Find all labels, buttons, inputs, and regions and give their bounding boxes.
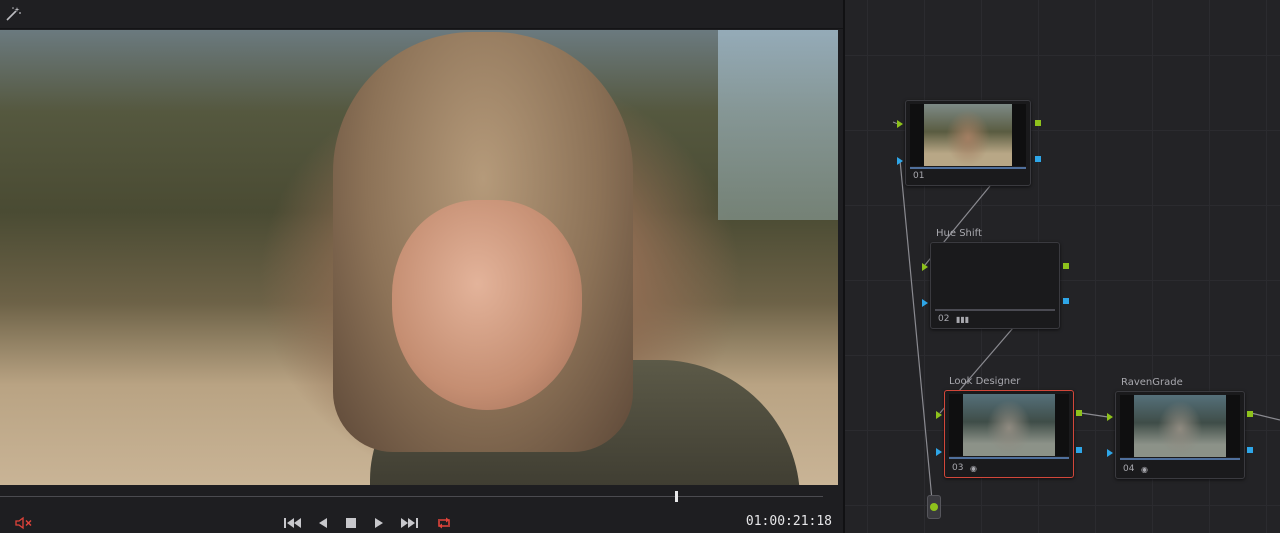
viewer-toolbar — [0, 0, 843, 29]
node-01-alpha-input[interactable] — [897, 157, 903, 165]
skip-to-start-icon[interactable] — [283, 516, 303, 530]
node-number: 02 — [938, 314, 950, 324]
output-node[interactable] — [927, 495, 941, 519]
node-03-alpha-input[interactable] — [936, 448, 942, 456]
wire-03-to-04 — [1080, 412, 1109, 418]
loop-icon[interactable] — [434, 516, 454, 530]
node-03-alpha-output[interactable] — [1076, 447, 1082, 453]
node-progress-bar — [949, 457, 1069, 459]
node-thumbnail — [910, 104, 1026, 166]
play-reverse-icon[interactable] — [313, 516, 333, 530]
node-progress-bar — [910, 167, 1026, 169]
node-03-rgb-output[interactable] — [1076, 410, 1082, 416]
node-03-rgb-input[interactable] — [936, 411, 942, 419]
node-02-alpha-output[interactable] — [1063, 298, 1069, 304]
node-04-rgb-input[interactable] — [1107, 413, 1113, 421]
output-dot — [930, 503, 938, 511]
play-icon[interactable] — [369, 516, 389, 530]
frame-sky — [718, 30, 838, 220]
histogram-icon: ▮▮▮ — [956, 315, 970, 324]
frame-face — [392, 200, 582, 410]
node-thumbnail — [1120, 395, 1240, 457]
node-01-rgb-output[interactable] — [1035, 120, 1041, 126]
timecode-display: 01:00:21:18 — [745, 514, 832, 529]
node-number: 03 — [952, 463, 964, 473]
node-02[interactable]: 02 ▮▮▮ — [930, 242, 1060, 329]
node-number: 04 — [1123, 464, 1135, 474]
video-viewer[interactable] — [0, 30, 838, 485]
node-03-label: Look Designer — [949, 376, 1021, 387]
effect-icon: ◉ — [970, 464, 977, 473]
node-04[interactable]: 04 ◉ — [1115, 391, 1245, 479]
wire-04-to-out — [1250, 412, 1280, 421]
node-04-rgb-output[interactable] — [1247, 411, 1253, 417]
scrub-bar[interactable] — [0, 496, 823, 497]
stop-icon[interactable] — [341, 516, 361, 530]
viewer-panel: 01:00:21:18 — [0, 0, 843, 533]
node-thumbnail — [949, 394, 1069, 456]
effect-icon: ◉ — [1141, 465, 1148, 474]
node-01-alpha-output[interactable] — [1035, 156, 1041, 162]
node-04-label: RavenGrade — [1121, 377, 1183, 388]
playhead[interactable] — [675, 491, 678, 502]
skip-to-end-icon[interactable] — [399, 516, 419, 530]
node-04-alpha-output[interactable] — [1247, 447, 1253, 453]
magic-wand-icon[interactable] — [4, 6, 22, 22]
node-04-alpha-input[interactable] — [1107, 449, 1113, 457]
node-02-alpha-input[interactable] — [922, 299, 928, 307]
node-editor[interactable]: 01 Hue Shift 02 ▮▮▮ Look Designer 03 ◉ R… — [845, 0, 1280, 533]
node-01-rgb-input[interactable] — [897, 120, 903, 128]
node-01[interactable]: 01 — [905, 100, 1031, 186]
node-progress-bar — [1120, 458, 1240, 460]
node-03[interactable]: 03 ◉ — [944, 390, 1074, 478]
node-number: 01 — [913, 171, 925, 181]
node-02-rgb-input[interactable] — [922, 263, 928, 271]
speaker-muted-icon[interactable] — [14, 516, 34, 530]
node-02-label: Hue Shift — [936, 228, 982, 239]
node-progress-bar — [935, 309, 1055, 311]
node-02-rgb-output[interactable] — [1063, 263, 1069, 269]
wire-source-to-output — [899, 159, 933, 501]
